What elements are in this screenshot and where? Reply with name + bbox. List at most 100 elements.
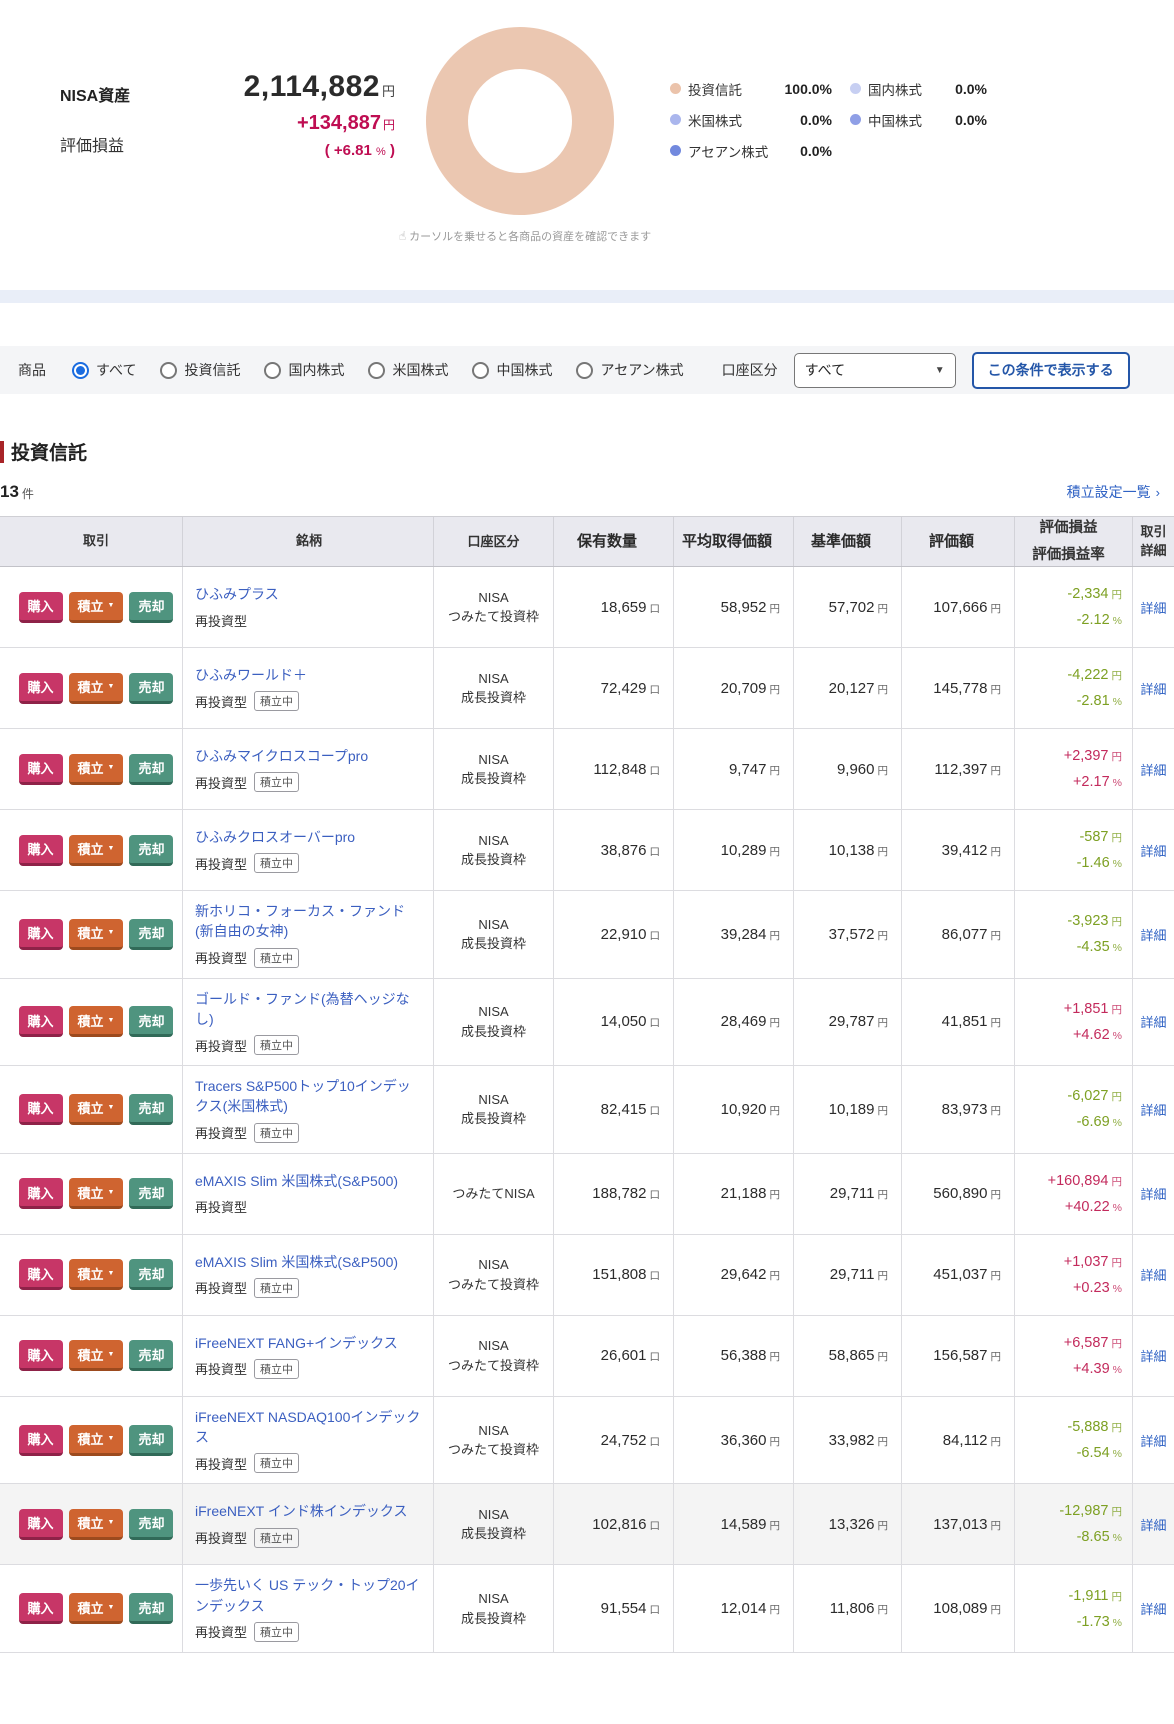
sell-button[interactable]: 売却 [129,835,173,866]
detail-link[interactable]: 詳細 [1140,1515,1166,1534]
sell-button[interactable]: 売却 [129,673,173,704]
number-value: 29,711 [830,1266,875,1283]
legend-item: 国内株式0.0% [850,78,1005,99]
avg-price-cell: 58,952円 [674,567,794,647]
detail-link[interactable]: 詳細 [1140,841,1166,860]
tsumitate-button[interactable]: 積立▼ [69,1259,124,1290]
donut-chart[interactable] [426,27,614,215]
detail-link[interactable]: 詳細 [1140,598,1166,617]
product-radio[interactable]: 中国株式 [472,360,552,380]
detail-link[interactable]: 詳細 [1140,1599,1166,1618]
units-cell: 26,601口 [554,1316,674,1396]
sell-button[interactable]: 売却 [129,754,173,785]
fund-name-link[interactable]: ひふみクロスオーバーpro [195,827,423,847]
buy-button[interactable]: 購入 [19,835,63,866]
tsumitate-button[interactable]: 積立▼ [69,1425,124,1456]
value-cell: 39,412円 [902,810,1015,890]
sell-button[interactable]: 売却 [129,1006,173,1037]
buy-button[interactable]: 購入 [19,919,63,950]
sell-button[interactable]: 売却 [129,919,173,950]
sell-button[interactable]: 売却 [129,1340,173,1371]
number-value: 56,388 [721,1347,767,1364]
buy-button[interactable]: 購入 [19,754,63,785]
buy-button[interactable]: 購入 [19,1006,63,1037]
account-line: NISA [478,1255,508,1275]
account-type-dropdown[interactable]: すべて ▼ [794,353,956,388]
buy-button[interactable]: 購入 [19,1593,63,1624]
unit-suffix: 口 [650,1604,661,1616]
detail-link[interactable]: 詳細 [1140,1012,1166,1031]
fund-name-link[interactable]: Tracers S&P500トップ10インデックス(米国株式) [195,1076,423,1117]
number-value: 84,112 [943,1432,988,1449]
pl-amount: -1,911 [1068,1588,1108,1604]
product-radio[interactable]: すべて [72,360,136,380]
pl-cell: -12,987円-8.65% [1015,1484,1133,1564]
tsumitate-button[interactable]: 積立▼ [69,754,124,785]
tsumitate-button[interactable]: 積立▼ [69,1340,124,1371]
buy-button[interactable]: 購入 [19,1509,63,1540]
detail-link[interactable]: 詳細 [1140,925,1166,944]
buy-button[interactable]: 購入 [19,1340,63,1371]
detail-link[interactable]: 詳細 [1140,1265,1166,1284]
buy-button[interactable]: 購入 [19,592,63,623]
fund-name-link[interactable]: ひふみマイクロスコープpro [195,746,423,766]
detail-link[interactable]: 詳細 [1140,760,1166,779]
buy-button[interactable]: 購入 [19,673,63,704]
tsumitate-button[interactable]: 積立▼ [69,835,124,866]
detail-link[interactable]: 詳細 [1140,1184,1166,1203]
legend-dot-icon [670,114,681,125]
tsumitate-button[interactable]: 積立▼ [69,919,124,950]
product-radio[interactable]: アセアン株式 [576,360,683,380]
product-radio[interactable]: 国内株式 [264,360,344,380]
account-line: NISA [478,750,508,770]
table-row: 購入積立▼売却ひふみワールド＋再投資型積立中NISA成長投資枠72,429口20… [0,648,1174,729]
number-value: 86,077 [942,926,988,943]
tsumitate-button[interactable]: 積立▼ [69,1509,124,1540]
tsumitate-label: 積立 [78,1264,104,1283]
number-value: 137,013 [933,1516,987,1533]
fund-name-link[interactable]: ゴールド・ファンド(為替ヘッジなし) [195,989,423,1030]
tsumitate-button[interactable]: 積立▼ [69,673,124,704]
tsumitate-button[interactable]: 積立▼ [69,1593,124,1624]
fund-name-link[interactable]: ひふみワールド＋ [195,665,423,685]
product-radio[interactable]: 米国株式 [368,360,448,380]
sell-button[interactable]: 売却 [129,1178,173,1209]
legend-value: 0.0% [800,143,850,159]
sell-button[interactable]: 売却 [129,1593,173,1624]
tsumitate-button[interactable]: 積立▼ [69,592,124,623]
buy-button[interactable]: 購入 [19,1178,63,1209]
detail-link[interactable]: 詳細 [1140,1100,1166,1119]
fund-name-link[interactable]: ひふみプラス [195,584,423,604]
tsumitate-settings-link[interactable]: 積立設定一覧› [1067,482,1160,502]
number-value: 29,711 [830,1185,875,1202]
detail-link[interactable]: 詳細 [1140,1431,1166,1450]
sell-button[interactable]: 売却 [129,1094,173,1125]
buy-button[interactable]: 購入 [19,1094,63,1125]
tsumitate-button[interactable]: 積立▼ [69,1006,124,1037]
fund-name-link[interactable]: eMAXIS Slim 米国株式(S&P500) [195,1252,423,1272]
unit-suffix: % [1113,1283,1122,1295]
table-row: 購入積立▼売却eMAXIS Slim 米国株式(S&P500)再投資型つみたてN… [0,1154,1174,1235]
fund-name-link[interactable]: iFreeNEXT NASDAQ100インデックス [195,1407,423,1448]
fund-type-label: 再投資型 [195,1036,247,1055]
buy-button[interactable]: 購入 [19,1259,63,1290]
fund-name-link[interactable]: eMAXIS Slim 米国株式(S&P500) [195,1171,423,1191]
fund-name-link[interactable]: iFreeNEXT FANG+インデックス [195,1333,423,1353]
buy-button[interactable]: 購入 [19,1425,63,1456]
fund-name-link[interactable]: 新ホリコ・フォーカス・ファンド(新自由の女神) [195,901,423,942]
sell-button[interactable]: 売却 [129,592,173,623]
product-radio[interactable]: 投資信託 [160,360,240,380]
detail-link[interactable]: 詳細 [1140,1346,1166,1365]
radio-label: 米国株式 [392,360,448,380]
tsumitate-button[interactable]: 積立▼ [69,1178,124,1209]
pl-amount: +2,397 [1064,748,1109,764]
apply-filter-button[interactable]: この条件で表示する [972,352,1130,389]
detail-link[interactable]: 詳細 [1140,679,1166,698]
sell-button[interactable]: 売却 [129,1509,173,1540]
fund-name-link[interactable]: 一歩先いく US テック・トップ20インデックス [195,1575,423,1616]
sell-button[interactable]: 売却 [129,1259,173,1290]
tsumitate-button[interactable]: 積立▼ [69,1094,124,1125]
sell-button[interactable]: 売却 [129,1425,173,1456]
fund-type-line: 再投資型積立中 [195,1453,423,1473]
fund-name-link[interactable]: iFreeNEXT インド株インデックス [195,1501,423,1521]
